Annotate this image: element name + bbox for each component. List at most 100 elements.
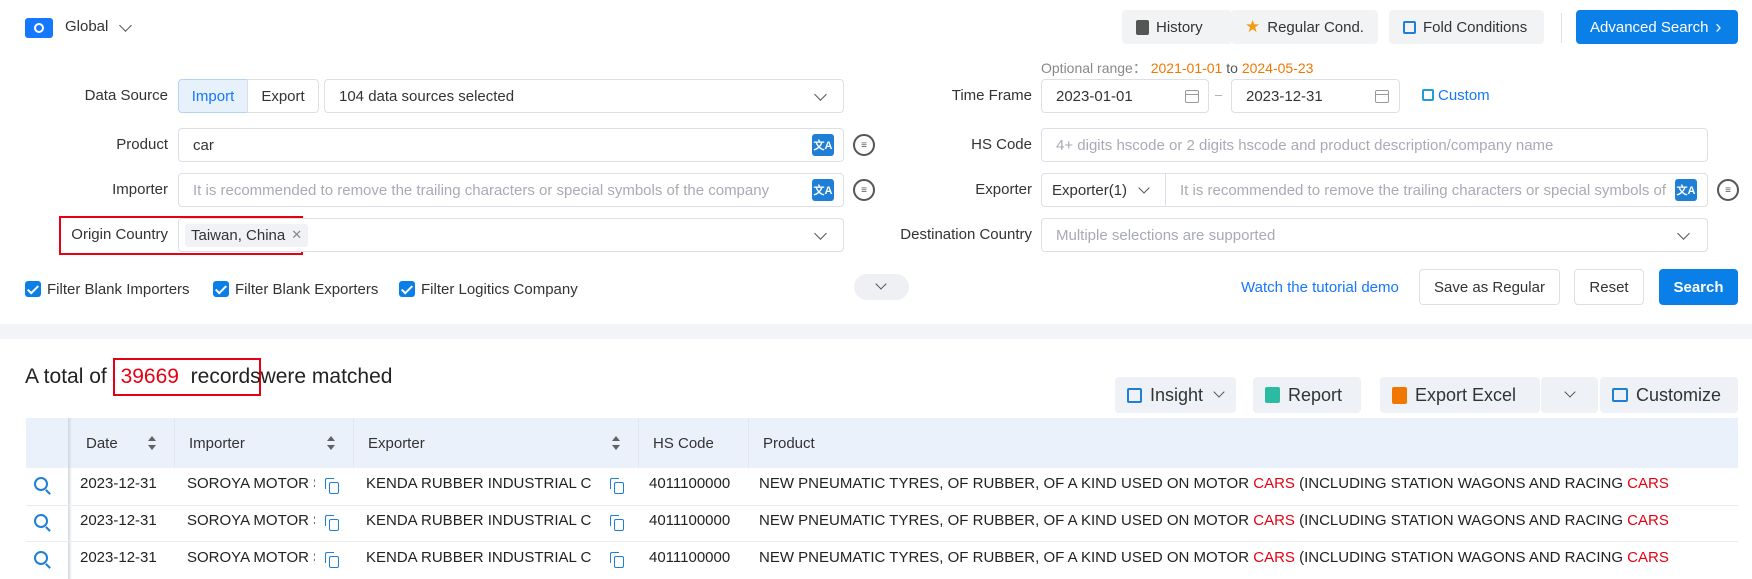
copy-icon[interactable] — [325, 515, 339, 531]
results-count-box: 39669 records — [112, 358, 261, 396]
importer-input[interactable]: It is recommended to remove the trailing… — [178, 173, 844, 207]
origin-country-label: Origin Country — [71, 226, 168, 243]
column-header-hs-code[interactable]: HS Code — [639, 418, 749, 468]
fold-conditions-button[interactable]: Fold Conditions — [1389, 10, 1544, 44]
exporter-input[interactable]: It is recommended to remove the trailing… — [1165, 173, 1708, 207]
report-icon — [1265, 387, 1280, 403]
top-bar: Global History ★ Regular Cond. Fold Cond… — [0, 0, 1752, 54]
advanced-search-button[interactable]: Advanced Search › — [1576, 10, 1738, 44]
history-button[interactable]: History — [1122, 10, 1232, 44]
sort-icon[interactable] — [612, 436, 620, 450]
row-divider — [26, 505, 1738, 506]
start-date-input[interactable]: 2023-01-01 — [1041, 79, 1209, 113]
cell-product: NEW PNEUMATIC TYRES, OF RUBBER, OF A KIN… — [759, 512, 1669, 529]
cell-importer[interactable]: SOROYA MOTOR S — [187, 512, 315, 529]
copy-icon[interactable] — [610, 552, 624, 568]
optional-range: Optional range： 2021-01-01 to 2024-05-23 — [1041, 60, 1314, 76]
chevron-down-icon — [1563, 386, 1576, 398]
filter-blank-importers-checkbox[interactable] — [25, 281, 41, 297]
reset-button[interactable]: Reset — [1574, 269, 1644, 305]
filter-blank-exporters-label[interactable]: Filter Blank Exporters — [235, 281, 378, 298]
insight-button[interactable]: Insight — [1115, 377, 1236, 413]
custom-icon — [1422, 89, 1434, 101]
calendar-icon — [1185, 90, 1199, 103]
insight-icon — [1127, 387, 1142, 403]
hs-code-input[interactable]: 4+ digits hscode or 2 digits hscode and … — [1041, 128, 1708, 162]
word-filter-icon[interactable]: ≡ — [853, 134, 875, 156]
translate-icon[interactable]: 文A — [812, 179, 834, 201]
cell-date: 2023-12-31 — [80, 549, 157, 566]
search-icon[interactable] — [34, 514, 48, 528]
cell-exporter[interactable]: KENDA RUBBER INDUSTRIAL CO., — [366, 512, 592, 529]
copy-icon[interactable] — [325, 552, 339, 568]
data-source-select[interactable]: 104 data sources selected — [324, 79, 844, 113]
cell-date: 2023-12-31 — [80, 475, 157, 492]
sort-icon[interactable] — [148, 436, 156, 450]
results-summary: A total of 39669 records were matched — [25, 358, 392, 396]
copy-icon[interactable] — [325, 478, 339, 494]
column-header-product[interactable]: Product — [749, 418, 1738, 468]
close-icon[interactable]: ✕ — [291, 227, 302, 243]
export-excel-button[interactable]: Export Excel — [1380, 377, 1540, 413]
column-header-exporter[interactable]: Exporter — [354, 418, 639, 468]
search-button[interactable]: Search — [1659, 269, 1738, 305]
save-as-regular-button[interactable]: Save as Regular — [1419, 269, 1560, 305]
chevron-down-icon — [875, 278, 887, 290]
word-filter-icon[interactable]: ≡ — [853, 179, 875, 201]
cell-exporter[interactable]: KENDA RUBBER INDUSTRIAL CO., — [366, 475, 592, 492]
import-toggle[interactable]: Import — [178, 79, 248, 113]
cell-product: NEW PNEUMATIC TYRES, OF RUBBER, OF A KIN… — [759, 549, 1669, 566]
cell-importer[interactable]: SOROYA MOTOR S — [187, 549, 315, 566]
export-options-button[interactable] — [1541, 377, 1598, 413]
star-icon: ★ — [1245, 17, 1261, 36]
filter-logistics-label[interactable]: Filter Logitics Company — [421, 281, 578, 298]
customize-icon — [1612, 388, 1628, 402]
report-button[interactable]: Report — [1253, 377, 1361, 413]
hs-code-label: HS Code — [971, 136, 1032, 153]
cell-hs-code: 4011100000 — [649, 549, 731, 566]
word-filter-icon[interactable]: ≡ — [1717, 179, 1739, 201]
cell-importer[interactable]: SOROYA MOTOR S — [187, 475, 315, 492]
destination-country-select[interactable]: Multiple selections are supported — [1041, 218, 1708, 252]
search-icon[interactable] — [34, 477, 48, 491]
chevron-down-icon[interactable] — [119, 19, 132, 32]
chevron-right-icon: › — [1715, 16, 1722, 37]
translate-icon[interactable]: 文A — [812, 134, 834, 156]
copy-icon[interactable] — [610, 478, 624, 494]
product-input[interactable]: car — [178, 128, 844, 162]
cell-date: 2023-12-31 — [80, 512, 157, 529]
copy-icon[interactable] — [610, 515, 624, 531]
expand-conditions-button[interactable] — [854, 274, 909, 300]
sort-icon[interactable] — [327, 436, 335, 450]
cell-exporter[interactable]: KENDA RUBBER INDUSTRIAL CO., — [366, 549, 592, 566]
scope-selector[interactable]: Global — [65, 18, 108, 35]
regular-conditions-button[interactable]: ★ Regular Cond. — [1231, 10, 1378, 44]
section-divider — [0, 324, 1752, 339]
origin-country-select[interactable]: Taiwan, China ✕ — [178, 218, 844, 252]
translate-icon[interactable]: 文A — [1675, 179, 1697, 201]
export-toggle[interactable]: Export — [247, 79, 319, 113]
importer-label: Importer — [112, 181, 168, 198]
tutorial-link[interactable]: Watch the tutorial demo — [1241, 279, 1399, 296]
date-separator: – — [1215, 87, 1223, 102]
calendar-icon — [1375, 90, 1389, 103]
data-source-label: Data Source — [84, 87, 168, 104]
globe-icon[interactable] — [25, 18, 53, 38]
cell-hs-code: 4011100000 — [649, 475, 731, 492]
customize-button[interactable]: Customize — [1600, 377, 1738, 413]
chevron-down-icon — [1213, 386, 1225, 398]
history-icon — [1136, 19, 1149, 35]
divider — [1561, 13, 1562, 43]
filter-logistics-checkbox[interactable] — [399, 281, 415, 297]
column-header-date[interactable]: Date — [72, 418, 175, 468]
exporter-label: Exporter — [975, 181, 1032, 198]
time-frame-label: Time Frame — [951, 87, 1032, 104]
row-divider — [26, 541, 1738, 542]
custom-range-link[interactable]: Custom — [1422, 87, 1490, 104]
product-label: Product — [116, 136, 168, 153]
filter-blank-exporters-checkbox[interactable] — [213, 281, 229, 297]
search-icon[interactable] — [34, 551, 48, 565]
destination-country-label: Destination Country — [900, 226, 1032, 243]
fold-icon — [1403, 20, 1416, 34]
filter-blank-importers-label[interactable]: Filter Blank Importers — [47, 281, 190, 298]
